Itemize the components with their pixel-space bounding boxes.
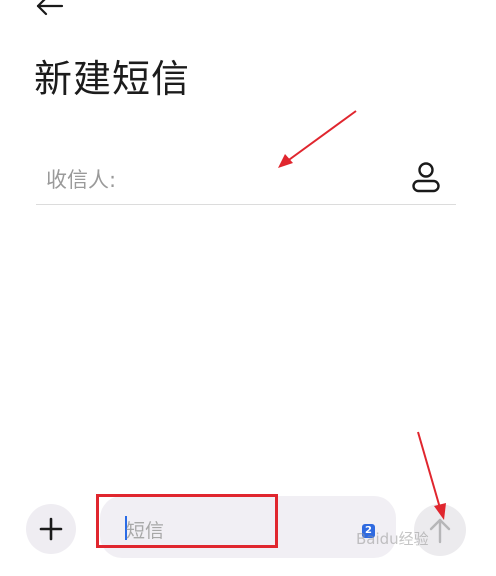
arrow-up-icon [429,518,451,544]
recipient-field[interactable]: 收信人: [36,150,456,205]
back-button[interactable] [34,0,70,18]
recipient-label: 收信人: [46,168,117,192]
contact-picker-button[interactable] [410,160,442,194]
page-title: 新建短信 [34,57,191,101]
contact-person-icon [412,162,440,193]
plus-icon [39,517,63,541]
message-input[interactable]: 短信 2 [100,496,396,558]
watermark: Baidu经验 [356,530,429,548]
add-attachment-button[interactable] [26,504,76,554]
arrow-left-icon [36,0,64,16]
message-placeholder: 短信 [126,520,165,542]
